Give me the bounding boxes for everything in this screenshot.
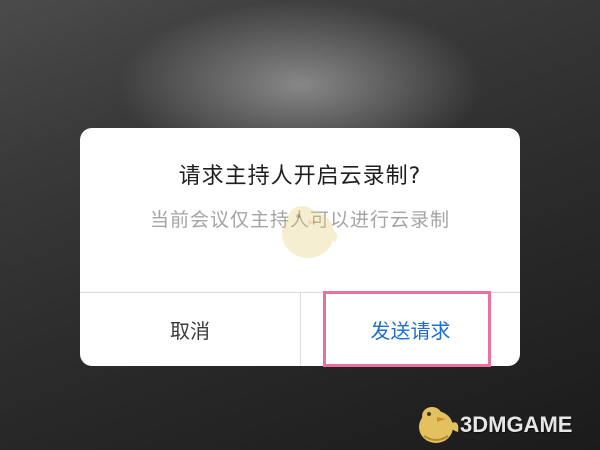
dialog-message: 当前会议仅主持人可以进行云录制	[149, 209, 450, 231]
mascot-logo-icon	[419, 407, 459, 443]
site-watermark-logo: 3DMGAME	[412, 400, 592, 444]
dialog-title: 请求主持人开启云录制?	[178, 164, 422, 189]
site-watermark-text: 3DMGAME	[460, 412, 573, 437]
send-request-button[interactable]: 发送请求	[301, 293, 520, 366]
app-screen: 请求主持人开启云录制? 当前会议仅主持人可以进行云录制 取消 发送请求 3DMG…	[0, 0, 600, 450]
cancel-button[interactable]: 取消	[80, 293, 300, 366]
